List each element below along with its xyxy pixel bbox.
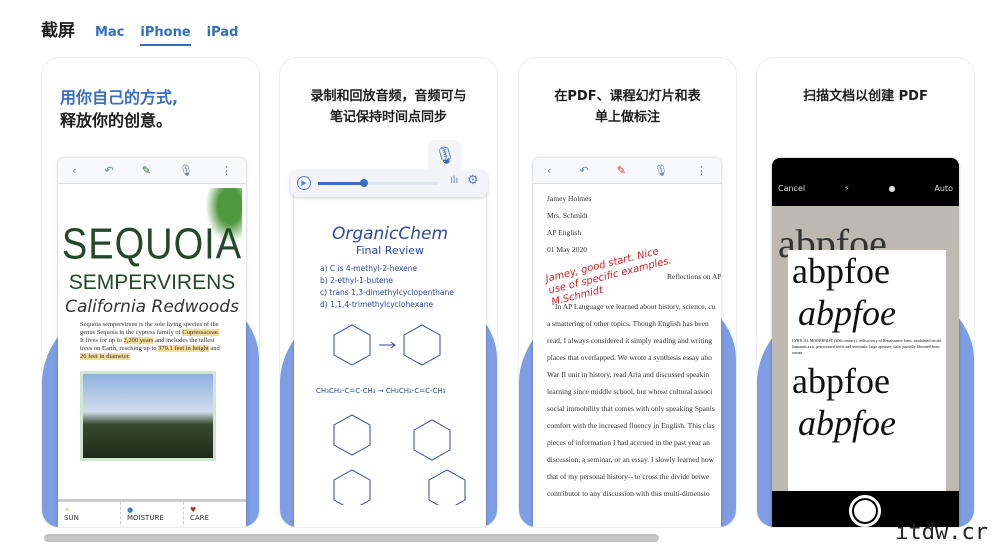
screenshot-card-4[interactable]: 扫描文档以创建 PDF Cancel ⚡ ● Auto abpfoe abpfo… (756, 57, 975, 528)
specimen-note: LYRICAL MODERNIST (20th century): redisc… (792, 338, 943, 355)
mic-icon[interactable]: 🎙︎ (654, 164, 668, 177)
caption-line: 在PDF、课程幻灯片和表 (554, 89, 701, 104)
essay-line: comfort with the increased fluency in En… (547, 421, 715, 430)
mic-icon[interactable]: 🎙︎ (179, 164, 193, 177)
tab-mac[interactable]: Mac (95, 25, 124, 44)
phone-mockup: ‹ ↶ ✎ 🎙︎ ⋮ SEQUOIA SEMPERVIRENS California R… (58, 158, 246, 527)
pen-icon[interactable]: ✎ (142, 164, 151, 177)
screenshot-card-1[interactable]: 用你自己的方式, 释放你的创意。 ‹ ↶ ✎ 🎙︎ ⋮ SEQUOIA SEMPERVI… (41, 57, 260, 528)
essay-line: Mrs. Schmidt (547, 211, 588, 220)
essay-line: pieces of information I had accrued in t… (547, 438, 710, 447)
caption-line: 用你自己的方式, (60, 88, 179, 107)
audio-bar[interactable]: ▶ ılı ⚙ (290, 170, 488, 197)
caption-line: 笔记保持时间点同步 (329, 110, 447, 125)
horizontal-scrollbar[interactable] (44, 534, 659, 542)
essay-line: learning since middle school, but whose … (547, 387, 713, 396)
flash-off-icon[interactable]: ⚡ (844, 184, 850, 193)
caption-line: 单上做标注 (594, 110, 660, 125)
question-list: a) C is 4-methyl-2-hexene b) 2-ethyl-1-b… (294, 257, 486, 311)
scanner-toolbar: Cancel ⚡ ● Auto (772, 184, 959, 193)
specimen-italic-2: abpfoe (798, 403, 896, 443)
chemistry-drawings: CH₃CH₂-C=C-CH₃ → CH₃CH₂-C=C-CH₃ (316, 324, 466, 511)
screenshot-card-3[interactable]: 在PDF、课程幻灯片和表 单上做标注 ‹ ↶ ✎ 🎙︎ ⋮ Jamey Holmes M… (518, 57, 737, 528)
essay-line: discussion, a seminar, or an essay. I sl… (547, 455, 715, 464)
doc-subtitle: Final Review (355, 244, 425, 257)
filter-icon[interactable]: ● (889, 184, 896, 193)
sun-icon: ☀ (64, 506, 71, 514)
caption-line: 扫描文档以创建 PDF (803, 89, 928, 104)
card-caption: 扫描文档以创建 PDF (757, 86, 974, 107)
card-caption: 在PDF、课程幻灯片和表 单上做标注 (519, 86, 736, 128)
undo-icon[interactable]: ↶ (579, 164, 588, 177)
caption-line: 录制和回放音频，音频可与 (310, 89, 467, 104)
formula: CH₃CH₂-C=C-CH₃ → CH₃CH₂-C=C-CH₃ (316, 387, 446, 395)
essay: Jamey Holmes Mrs. Schmidt AP English 01 … (533, 184, 721, 502)
specimen-italic: abpfoe (798, 293, 896, 333)
list-item: d) 1,1,4-trimethylcyclohexane (320, 300, 434, 309)
toolbar: ‹ ↶ ✎ 🎙︎ ⋮ (533, 158, 721, 184)
water-drop-icon: ● (127, 506, 134, 514)
more-icon[interactable]: ⋮ (221, 164, 232, 177)
camera-view: abpfoe abpfoe abpfoe LYRICAL MODERNIST (… (772, 206, 959, 491)
phone-mockup: ‹ ↶ ✎ 🎙︎ ⋮ Jamey Holmes Mrs. Schmidt AP Engl… (533, 158, 721, 527)
doc-heading: California Redwoods (65, 297, 239, 317)
auto-button[interactable]: Auto (934, 184, 953, 193)
essay-line: places that overlapped. We wrote a synth… (547, 353, 712, 362)
essay-line: Jamey Holmes (547, 194, 592, 203)
doc-title: SEQUOIA (61, 220, 243, 270)
essay-heading: Reflections on AP La (667, 272, 721, 281)
essay-line: contributor to any discussion with this … (547, 489, 710, 498)
shutter-button[interactable] (849, 495, 881, 527)
screenshots-header: 截屏 Mac iPhone iPad (41, 16, 238, 46)
specimen-roman-2: abpfoe (792, 361, 890, 401)
list-item: b) 2-ethyl-1-butene (320, 276, 394, 285)
scanned-page: abpfoe abpfoe LYRICAL MODERNIST (20th ce… (788, 250, 946, 491)
card-caption: 用你自己的方式, 释放你的创意。 (60, 86, 259, 132)
undo-icon[interactable]: ↶ (104, 164, 113, 177)
back-icon[interactable]: ‹ (547, 164, 551, 177)
heart-icon: ♥ (190, 506, 197, 514)
toolbar: ‹ ↶ ✎ 🎙︎ ⋮ (58, 158, 246, 184)
essay-line: social immobility that comes with only s… (547, 404, 715, 413)
doc-title: OrganicChem (331, 224, 449, 244)
back-icon[interactable]: ‹ (72, 164, 76, 177)
section-title: 截屏 (41, 21, 75, 41)
settings-icon[interactable]: ⚙ (467, 173, 479, 188)
essay-line: War II unit in history, read Aria and di… (547, 370, 710, 379)
tree-photo (80, 371, 216, 461)
list-item: a) C is 4-methyl-2-hexene (320, 264, 418, 273)
tab-ipad[interactable]: iPad (207, 25, 239, 44)
legend-bar: ☀ SUN ● MOISTURE ♥ CARE (58, 499, 246, 527)
list-item: c) trans 1,3-dimethylcyclopenthane (320, 288, 454, 297)
essay-line: AP English (547, 228, 582, 237)
doc-subtitle: SEMPERVIRENS (68, 271, 236, 294)
waveform-icon[interactable]: ılı (450, 175, 458, 186)
pen-icon[interactable]: ✎ (617, 164, 626, 177)
doc-body: Sequoia sempervirens is the sole living … (80, 321, 220, 360)
essay-line: that of my personal history-- to cross t… (547, 472, 710, 481)
specimen-roman: abpfoe (792, 251, 890, 291)
screenshot-card-2[interactable]: 录制和回放音频，音频可与 笔记保持时间点同步 OrganicChem Final… (279, 57, 498, 528)
scanner-phone: Cancel ⚡ ● Auto abpfoe abpfoe abpfoe LYR… (772, 158, 959, 527)
more-icon[interactable]: ⋮ (696, 164, 707, 177)
caption-line: 释放你的创意。 (60, 111, 173, 130)
play-icon[interactable]: ▶ (297, 176, 311, 190)
tab-iphone[interactable]: iPhone (140, 25, 191, 46)
phone-mockup: OrganicChem Final Review a) C is 4-methy… (294, 194, 486, 527)
card-caption: 录制和回放音频，音频可与 笔记保持时间点同步 (280, 86, 497, 128)
essay-line: a smattering of other topics. Though Eng… (547, 319, 709, 328)
essay-line: read, I always considered it simply read… (547, 336, 713, 345)
audio-progress-slider[interactable] (318, 179, 438, 187)
cancel-button[interactable]: Cancel (778, 184, 805, 193)
watermark: itdw.cr (895, 520, 988, 545)
mic-button[interactable]: 🎙︎ (428, 140, 462, 172)
